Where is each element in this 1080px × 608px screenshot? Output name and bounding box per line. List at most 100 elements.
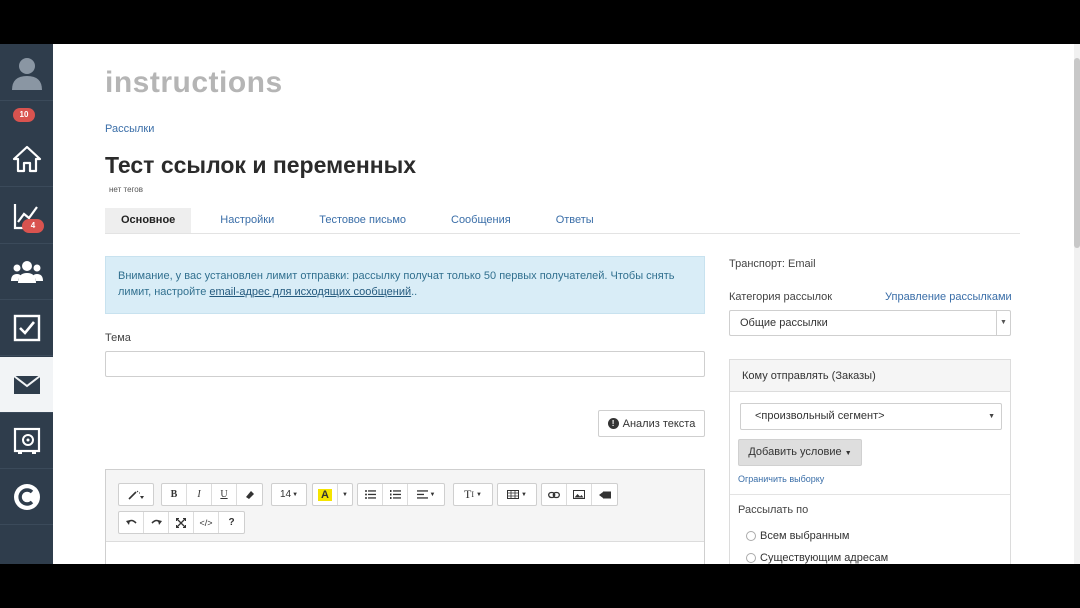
page-scrollbar-thumb[interactable] — [1074, 58, 1080, 248]
radio-all-selected-label: Всем выбранным — [760, 530, 850, 542]
underline-button[interactable]: U — [212, 484, 237, 505]
bullet-list-button[interactable] — [358, 484, 383, 505]
chevron-down-icon: ▼ — [342, 491, 348, 498]
panel-divider — [730, 494, 1010, 495]
subject-label: Тема — [105, 332, 131, 344]
align-left-icon — [416, 490, 428, 499]
sidebar-item-tasks[interactable] — [0, 300, 53, 356]
transport-label: Транспорт: Email — [729, 258, 816, 270]
clear-format-button[interactable] — [237, 484, 262, 505]
tab-replies[interactable]: Ответы — [540, 208, 610, 233]
group-icon — [10, 260, 43, 283]
add-condition-button[interactable]: Добавить условие ▼ — [738, 439, 862, 466]
sidebar-item-contacts[interactable] — [0, 244, 53, 300]
alert-text-end: .. — [411, 286, 418, 298]
undo-icon — [125, 519, 137, 525]
fullscreen-button[interactable] — [169, 512, 194, 533]
video-icon — [598, 491, 611, 498]
radio-button[interactable] — [746, 531, 756, 541]
numbered-list-button[interactable] — [383, 484, 408, 505]
radio-existing-addresses[interactable]: Существующим адресам — [746, 552, 888, 564]
message-editor[interactable]: B I U 14 ▼ A ▼ ▼ T I ▼ ▼ </> ? — [105, 469, 705, 564]
magic-wand-icon — [128, 490, 144, 500]
chevron-down-icon: ▼ — [476, 491, 482, 498]
link-icon — [548, 491, 560, 498]
italic-button[interactable]: I — [187, 484, 212, 505]
tab-settings[interactable]: Настройки — [204, 208, 290, 233]
sidebar-item-home[interactable] — [0, 131, 53, 187]
toolbar-group-insert — [541, 483, 618, 506]
video-letterbox-top — [0, 0, 1080, 44]
envelope-icon — [12, 374, 41, 394]
caret-down-icon: ▼ — [844, 450, 852, 457]
manage-mailings-link[interactable]: Управление рассылками — [885, 291, 1012, 303]
sidebar-item-user[interactable] — [0, 44, 53, 101]
chevron-down-icon: ▼ — [521, 491, 527, 498]
chevron-down-icon: ▼ — [292, 491, 299, 498]
toolbar-group-style — [118, 483, 154, 506]
tab-messages[interactable]: Сообщения — [435, 208, 527, 233]
app-window: 10 4 instructions Рассылки Тест ссылок и… — [0, 44, 1080, 564]
table-icon — [507, 490, 520, 499]
radio-all-selected[interactable]: Всем выбранным — [746, 530, 849, 542]
sidebar-item-mailings[interactable] — [0, 357, 53, 413]
highlight-color-button[interactable]: A — [313, 484, 338, 505]
segment-select-value: <произвольный сегмент> — [755, 410, 885, 422]
radio-button[interactable] — [746, 553, 756, 563]
toolbar-group-paragraph: ▼ — [357, 483, 445, 506]
limit-selection-link[interactable]: Ограничить выборку — [738, 474, 824, 484]
recipients-panel-title: Кому отправлять (Заказы) — [730, 360, 1010, 392]
send-limit-alert: Внимание, у вас установлен лимит отправк… — [105, 256, 705, 314]
reports-badge[interactable]: 4 — [22, 219, 44, 233]
highlight-icon: A — [318, 488, 332, 501]
breadcrumb[interactable]: Рассылки — [105, 123, 154, 135]
chevron-down-icon: ▼ — [429, 491, 436, 498]
help-button[interactable]: ? — [219, 512, 244, 533]
toolbar-group-history: </> ? — [118, 511, 245, 534]
numbered-list-icon — [389, 490, 401, 499]
insert-link-button[interactable] — [542, 484, 567, 505]
bold-button[interactable]: B — [162, 484, 187, 505]
radio-existing-addresses-label: Существующим адресам — [760, 552, 889, 564]
sidebar-item-brand[interactable] — [0, 469, 53, 525]
home-icon — [12, 145, 41, 172]
align-dropdown-button[interactable]: ▼ — [408, 484, 444, 505]
tab-test-email[interactable]: Тестовое письмо — [303, 208, 422, 233]
toolbar-group-font-size: 14 ▼ — [271, 483, 307, 506]
code-view-button[interactable]: </> — [194, 512, 219, 533]
notifications-badge[interactable]: 10 — [13, 108, 35, 122]
toolbar-group-format: B I U — [161, 483, 263, 506]
category-label: Категория рассылок — [729, 291, 833, 303]
subject-input[interactable] — [105, 351, 705, 377]
font-size-select[interactable]: 14 ▼ — [272, 484, 306, 505]
image-icon — [573, 490, 585, 499]
table-button[interactable]: ▼ — [498, 484, 536, 505]
eraser-icon — [245, 490, 254, 499]
chevron-down-icon: ▼ — [996, 311, 1010, 335]
sidebar: 10 4 — [0, 44, 53, 564]
page-scrollbar[interactable] — [1074, 44, 1080, 564]
font-size-value: 14 — [279, 489, 292, 500]
toolbar-group-text-style: T I ▼ — [453, 483, 493, 506]
segment-select[interactable]: <произвольный сегмент> ▼ — [740, 403, 1002, 430]
text-style-button[interactable]: T I ▼ — [454, 484, 492, 505]
checkbox-icon — [13, 314, 40, 341]
tab-bar: Основное Настройки Тестовое письмо Сообщ… — [105, 208, 1020, 234]
category-select[interactable]: Общие рассылки ▼ — [729, 310, 1011, 336]
safe-icon — [13, 427, 40, 454]
sidebar-item-reports[interactable] — [0, 188, 53, 244]
sidebar-item-safe[interactable] — [0, 413, 53, 469]
magic-style-button[interactable] — [119, 484, 153, 505]
tab-main[interactable]: Основное — [105, 208, 192, 233]
undo-button[interactable] — [119, 512, 144, 533]
text-analysis-button[interactable]: ! Анализ текста — [598, 410, 705, 437]
alert-email-link[interactable]: email-адрес для исходящих сообщений — [209, 286, 411, 298]
redo-icon — [150, 519, 162, 525]
color-dropdown-button[interactable]: ▼ — [338, 484, 352, 505]
fullscreen-icon — [176, 517, 186, 528]
redo-button[interactable] — [144, 512, 169, 533]
insert-video-button[interactable] — [592, 484, 617, 505]
toolbar-group-color: A ▼ — [312, 483, 353, 506]
insert-image-button[interactable] — [567, 484, 592, 505]
app-logo: instructions — [105, 66, 283, 99]
